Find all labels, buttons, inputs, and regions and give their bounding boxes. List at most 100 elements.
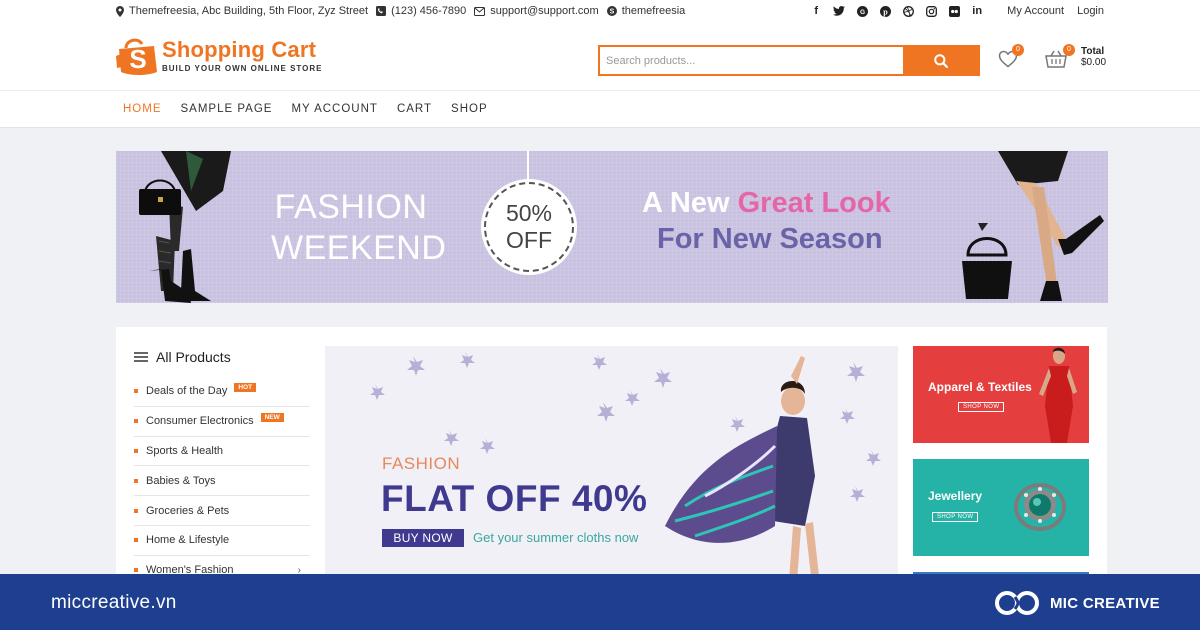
category-item[interactable]: Babies & Toys bbox=[134, 466, 310, 497]
login-link[interactable]: Login bbox=[1077, 5, 1104, 17]
new-badge: NEW bbox=[260, 412, 284, 422]
main-content: All Products Deals of the Day HOT Consum… bbox=[116, 327, 1107, 587]
category-item[interactable]: Consumer Electronics NEW bbox=[134, 407, 310, 437]
bullet-icon bbox=[134, 478, 138, 483]
instagram-icon[interactable] bbox=[925, 4, 937, 18]
wishlist-count-badge: 0 bbox=[1012, 44, 1024, 56]
total-label: Total bbox=[1081, 46, 1105, 57]
pinterest-icon[interactable]: p bbox=[879, 4, 891, 18]
bullet-icon bbox=[134, 508, 138, 513]
category-label: Groceries & Pets bbox=[146, 504, 230, 517]
promo-card-title: Jewellery bbox=[928, 489, 983, 503]
category-item[interactable]: Home & Lifestyle bbox=[134, 526, 310, 556]
mic-creative-logo-icon bbox=[995, 591, 1039, 615]
category-label: Deals of the Day bbox=[146, 385, 228, 398]
dribbble-icon[interactable] bbox=[902, 4, 914, 18]
site-name: Shopping Cart bbox=[162, 37, 317, 62]
site-tagline: BUILD YOUR OWN ONLINE STORE bbox=[162, 64, 323, 73]
promo-kicker: FASHION bbox=[382, 454, 461, 473]
nav-sample-page[interactable]: SAMPLE PAGE bbox=[181, 103, 273, 115]
hamburger-icon bbox=[134, 350, 148, 364]
social-links: f G p in bbox=[810, 4, 983, 18]
bullet-icon bbox=[134, 538, 138, 543]
site-logo[interactable]: S Shopping Cart BUILD YOUR OWN ONLINE ST… bbox=[116, 34, 323, 78]
topbar-right: f G p in My Account Login bbox=[810, 4, 1104, 18]
search-input[interactable] bbox=[600, 47, 903, 74]
facebook-icon[interactable]: f bbox=[810, 4, 822, 18]
category-item[interactable]: Sports & Health bbox=[134, 437, 310, 467]
category-item[interactable]: Deals of the Day HOT bbox=[134, 377, 310, 407]
hero-banner[interactable]: FASHION WEEKEND 50% OFF A New Great Look… bbox=[116, 151, 1108, 303]
contact-info: Themefreesia, Abc Building, 5th Floor, Z… bbox=[116, 5, 693, 17]
category-menu-header[interactable]: All Products bbox=[134, 347, 310, 367]
new-look-part2: Great Look bbox=[737, 187, 891, 219]
discount-percent: 50% bbox=[505, 200, 553, 226]
search-button[interactable] bbox=[903, 47, 978, 74]
google-plus-icon[interactable]: G bbox=[856, 4, 868, 18]
nav-my-account[interactable]: MY ACCOUNT bbox=[291, 103, 377, 115]
footer-brand-name: MIC CREATIVE bbox=[1050, 594, 1160, 612]
fashion-weekend-line1: FASHION bbox=[274, 188, 428, 226]
map-marker-icon bbox=[116, 5, 124, 17]
bullet-icon bbox=[134, 448, 138, 453]
envelope-icon bbox=[474, 6, 486, 16]
twitter-icon[interactable] bbox=[833, 4, 846, 18]
flickr-icon[interactable] bbox=[948, 4, 960, 18]
ring-image bbox=[1014, 483, 1066, 531]
new-look-part1: A New bbox=[642, 187, 730, 219]
bullet-icon bbox=[134, 568, 138, 573]
promo-headline: FLAT OFF 40% bbox=[381, 478, 648, 519]
email-item[interactable]: support@support.com bbox=[474, 5, 599, 17]
search-icon bbox=[933, 53, 948, 68]
cart-total[interactable]: Total $0.00 bbox=[1081, 46, 1106, 68]
cart-count-badge: 0 bbox=[1063, 44, 1075, 56]
skype-icon: S bbox=[606, 6, 617, 16]
total-value: $0.00 bbox=[1081, 57, 1107, 68]
svg-text:S: S bbox=[609, 9, 614, 16]
top-bar: Themefreesia, Abc Building, 5th Floor, Z… bbox=[0, 0, 1200, 24]
phone-icon bbox=[376, 6, 387, 16]
fashion-weekend-heading: FASHION WEEKEND bbox=[271, 187, 446, 269]
skype-text: themefreesia bbox=[621, 5, 686, 17]
model-boots-image bbox=[139, 151, 231, 303]
tag-string bbox=[527, 151, 529, 181]
category-label: Sports & Health bbox=[146, 444, 224, 457]
wishlist-button[interactable]: 0 bbox=[998, 44, 1024, 73]
phone-item[interactable]: (123) 456-7890 bbox=[376, 5, 466, 17]
nav-shop[interactable]: SHOP bbox=[451, 103, 488, 115]
shop-now-button[interactable]: SHOP NOW bbox=[958, 402, 1005, 412]
promo-card-apparel[interactable]: Apparel & Textiles SHOP NOW bbox=[913, 346, 1089, 443]
category-menu-title: All Products bbox=[156, 349, 231, 365]
footer-bar: miccreative.vn MIC CREATIVE bbox=[0, 574, 1200, 630]
nav-home[interactable]: HOME bbox=[123, 103, 162, 115]
discount-tag: 50% OFF bbox=[481, 179, 577, 275]
red-dress-model-image bbox=[1039, 347, 1077, 443]
my-account-link[interactable]: My Account bbox=[1007, 5, 1064, 17]
category-label: Consumer Electronics bbox=[146, 415, 254, 428]
footer-site-url[interactable]: miccreative.vn bbox=[51, 592, 177, 614]
promo-subline: Get your summer cloths now bbox=[473, 530, 639, 545]
buy-now-button[interactable]: BUY NOW bbox=[382, 529, 464, 547]
svg-text:p: p bbox=[883, 7, 888, 16]
account-links: My Account Login bbox=[997, 5, 1104, 17]
cart-button[interactable]: 0 bbox=[1045, 44, 1075, 73]
new-season-heading: For New Season bbox=[657, 223, 883, 255]
hot-badge: HOT bbox=[234, 382, 257, 392]
main-navigation: HOME SAMPLE PAGE MY ACCOUNT CART SHOP bbox=[0, 90, 1200, 128]
model-heels-image bbox=[962, 151, 1104, 301]
promo-card-jewellery[interactable]: Jewellery SHOP NOW bbox=[913, 459, 1089, 556]
category-label: Babies & Toys bbox=[146, 474, 216, 487]
shopping-bag-logo-icon: S bbox=[116, 34, 160, 78]
skype-item[interactable]: S themefreesia bbox=[606, 5, 686, 17]
shop-now-button[interactable]: SHOP NOW bbox=[932, 512, 979, 522]
address-item: Themefreesia, Abc Building, 5th Floor, Z… bbox=[116, 5, 368, 17]
bullet-icon bbox=[134, 419, 138, 424]
promo-slider[interactable]: FASHION FLAT OFF 40% BUY NOW Get your su… bbox=[325, 346, 898, 587]
category-item[interactable]: Groceries & Pets bbox=[134, 496, 310, 526]
phone-text: (123) 456-7890 bbox=[391, 5, 467, 17]
nav-cart[interactable]: CART bbox=[397, 103, 432, 115]
model-dress-image bbox=[665, 356, 819, 581]
product-search bbox=[598, 45, 980, 76]
footer-brand: MIC CREATIVE bbox=[993, 589, 1160, 617]
linkedin-icon[interactable]: in bbox=[971, 4, 983, 18]
